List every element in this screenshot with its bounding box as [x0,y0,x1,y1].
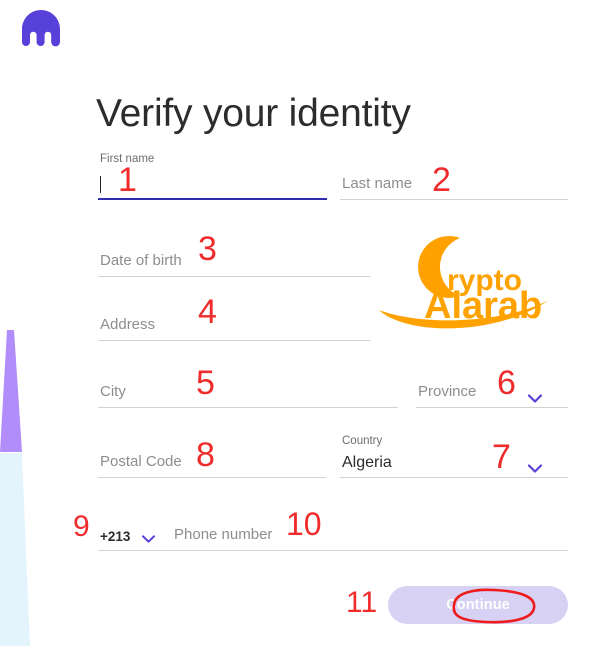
phone-number-placeholder: Phone number [174,526,273,543]
last-name-field[interactable]: Last name [340,152,568,200]
date-of-birth-placeholder: Date of birth [100,252,182,269]
crypto-alarab-watermark: rypto Alarab [379,236,549,329]
first-name-field[interactable]: First name [98,152,327,200]
province-field[interactable]: Province [416,368,568,408]
deco-purple-wedge [0,330,22,452]
annotation-number-9: 9 [73,510,90,543]
phone-country-code[interactable]: +213 [100,529,130,545]
country-value: Algeria [342,454,392,471]
page-title: Verify your identity [96,92,411,135]
country-label: Country [342,435,383,447]
continue-button[interactable]: Continue [388,586,568,624]
address-field[interactable]: Address [98,296,370,341]
first-name-label: First name [100,153,155,165]
address-underline [98,340,370,341]
svg-text:Alarab: Alarab [424,285,542,327]
text-caret [100,176,101,193]
phone-underline [98,550,568,551]
first-name-underline [98,198,327,200]
city-field[interactable]: City [98,368,398,408]
date-of-birth-field[interactable]: Date of birth [98,232,370,277]
postal-code-field[interactable]: Postal Code [98,438,326,478]
last-name-placeholder: Last name [342,175,413,192]
phone-field-row[interactable]: +213 Phone number [98,512,568,551]
annotation-number-11: 11 [346,586,378,619]
chevron-down-icon[interactable] [528,464,542,473]
city-underline [98,407,398,408]
chevron-down-icon[interactable] [528,394,542,403]
postal-code-placeholder: Postal Code [100,453,182,470]
address-placeholder: Address [100,316,156,333]
province-underline [416,407,568,408]
postal-code-underline [98,477,326,478]
kraken-octopus-logo[interactable] [20,9,62,49]
chevron-down-icon[interactable] [142,535,155,543]
province-placeholder: Province [418,383,477,400]
deco-blue-wedge [0,453,30,646]
svg-text:rypto: rypto [447,264,522,297]
last-name-underline [340,199,568,200]
country-underline [340,477,568,478]
decorative-left-edge [0,330,30,646]
city-placeholder: City [100,383,126,400]
country-field[interactable]: Country Algeria [340,434,568,478]
date-of-birth-underline [98,276,370,277]
